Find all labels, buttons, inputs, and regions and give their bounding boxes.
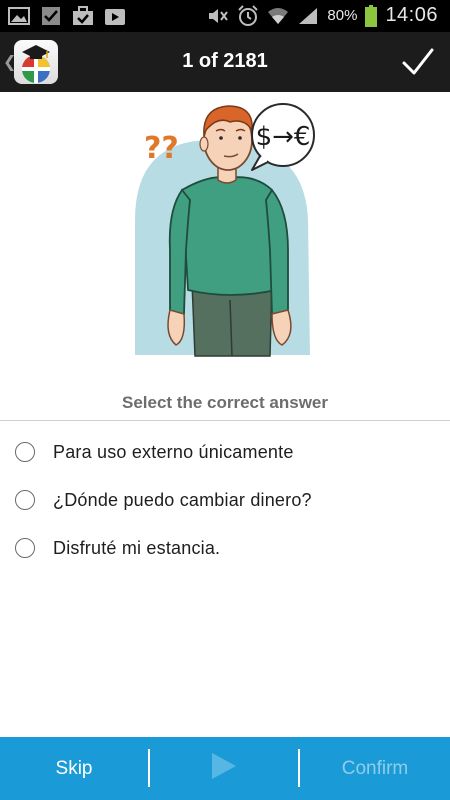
question-marks: ?? bbox=[144, 131, 179, 166]
answer-option-label: ¿Dónde puedo cambiar dinero? bbox=[53, 489, 312, 510]
answer-option-2[interactable]: ¿Dónde puedo cambiar dinero? bbox=[0, 476, 450, 524]
battery-percent: 80% bbox=[327, 7, 358, 24]
signal-icon bbox=[297, 6, 319, 26]
clock: 14:06 bbox=[385, 4, 438, 26]
question-prompt: Select the correct answer bbox=[122, 393, 328, 412]
play-audio-button[interactable] bbox=[150, 737, 298, 800]
radio-button[interactable] bbox=[15, 442, 35, 462]
checkmark-icon[interactable] bbox=[400, 44, 436, 80]
answer-option-label: Para uso externo únicamente bbox=[53, 441, 294, 462]
play-store-icon bbox=[104, 6, 126, 26]
wifi-icon bbox=[267, 6, 289, 26]
checkbox-icon bbox=[40, 6, 62, 26]
divider bbox=[0, 420, 450, 421]
action-bar: ❮ 1 of 2181 bbox=[0, 32, 450, 92]
skip-button[interactable]: Skip bbox=[0, 737, 148, 800]
answer-options: Para uso externo únicamente ¿Dónde puedo… bbox=[0, 428, 450, 572]
gallery-icon bbox=[8, 6, 30, 26]
answer-option-3[interactable]: Disfruté mi estancia. bbox=[0, 524, 450, 572]
play-icon bbox=[210, 751, 238, 786]
alarm-icon bbox=[237, 4, 259, 26]
radio-button[interactable] bbox=[15, 490, 35, 510]
answer-option-1[interactable]: Para uso externo únicamente bbox=[0, 428, 450, 476]
answer-option-label: Disfruté mi estancia. bbox=[53, 537, 221, 558]
briefcase-check-icon bbox=[72, 6, 94, 26]
question-counter: 1 of 2181 bbox=[182, 50, 268, 72]
bottom-action-bar: Skip Confirm bbox=[0, 737, 450, 800]
radio-button[interactable] bbox=[15, 538, 35, 558]
confirm-button[interactable]: Confirm bbox=[300, 737, 450, 800]
battery-icon bbox=[365, 4, 378, 27]
status-bar: 80% 14:06 bbox=[0, 0, 450, 32]
currency-exchange-text: $→€ bbox=[256, 122, 311, 152]
question-illustration: ?? $→€ bbox=[120, 100, 330, 360]
mute-icon bbox=[207, 6, 229, 26]
